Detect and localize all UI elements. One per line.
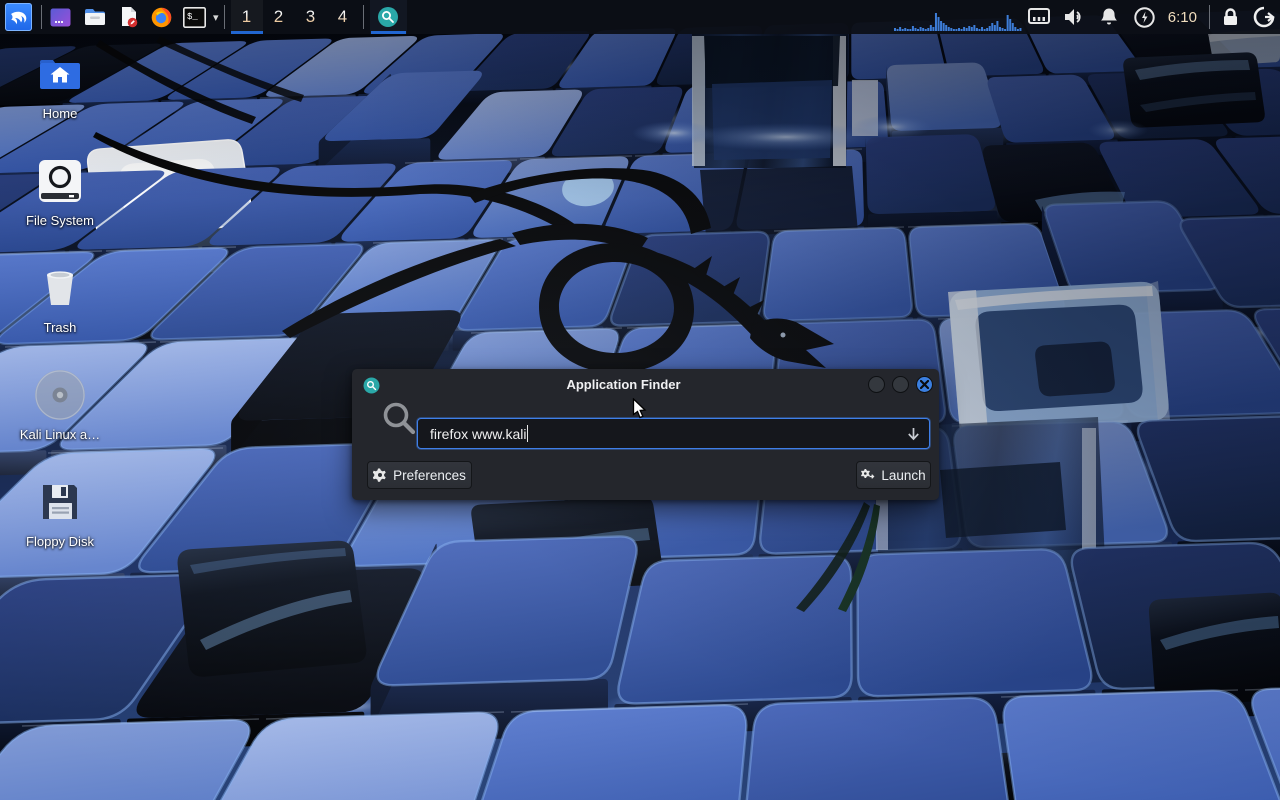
svg-text:$_: $_	[187, 12, 198, 22]
